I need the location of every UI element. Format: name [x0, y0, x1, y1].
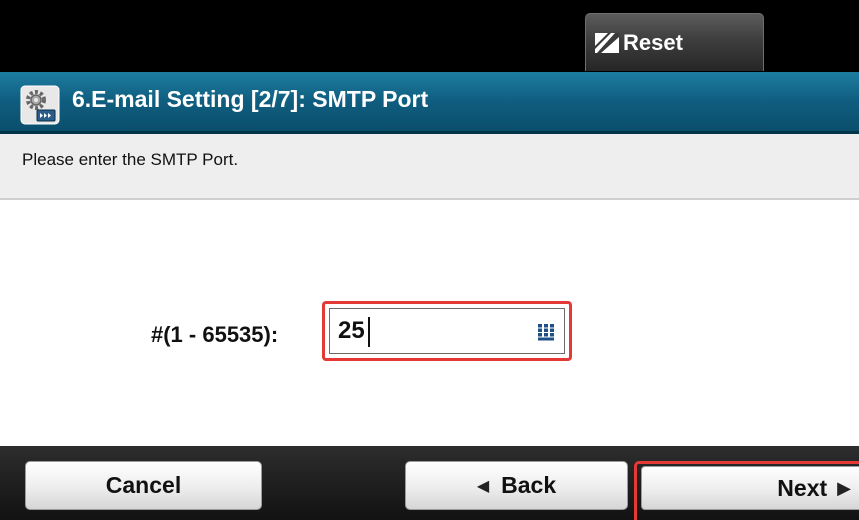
settings-gear-icon — [20, 85, 60, 125]
text-caret — [368, 317, 370, 347]
cancel-button[interactable]: Cancel — [25, 461, 262, 510]
keypad-icon[interactable] — [537, 323, 555, 341]
arrow-left-icon: ◀ — [476, 477, 490, 495]
title-bar: 6.E-mail Setting [2/7]: SMTP Port — [0, 72, 859, 134]
instruction-bar: Please enter the SMTP Port. — [0, 134, 859, 200]
top-bar: Reset — [0, 0, 859, 72]
instruction-text: Please enter the SMTP Port. — [22, 150, 239, 169]
cancel-label: Cancel — [105, 472, 182, 498]
port-value: 25 — [338, 317, 365, 344]
port-input-highlight: 25 — [322, 301, 572, 361]
back-label: Back — [501, 472, 557, 498]
reset-icon — [595, 32, 619, 53]
next-label: Next — [777, 474, 828, 501]
content-area: #(1 - 65535): 25 — [0, 200, 859, 446]
port-label: #(1 - 65535): — [151, 322, 279, 347]
reset-label: Reset — [623, 29, 683, 55]
reset-button[interactable]: Reset — [585, 13, 764, 71]
page-title: 6.E-mail Setting [2/7]: SMTP Port — [72, 86, 429, 112]
back-button[interactable]: ◀ Back — [405, 461, 628, 510]
port-input[interactable]: 25 — [329, 308, 565, 354]
next-button[interactable]: Next ▶ — [641, 466, 859, 510]
bottom-bar: Cancel ◀ Back Next ▶ — [0, 446, 859, 520]
arrow-right-icon: ▶ — [837, 477, 851, 498]
